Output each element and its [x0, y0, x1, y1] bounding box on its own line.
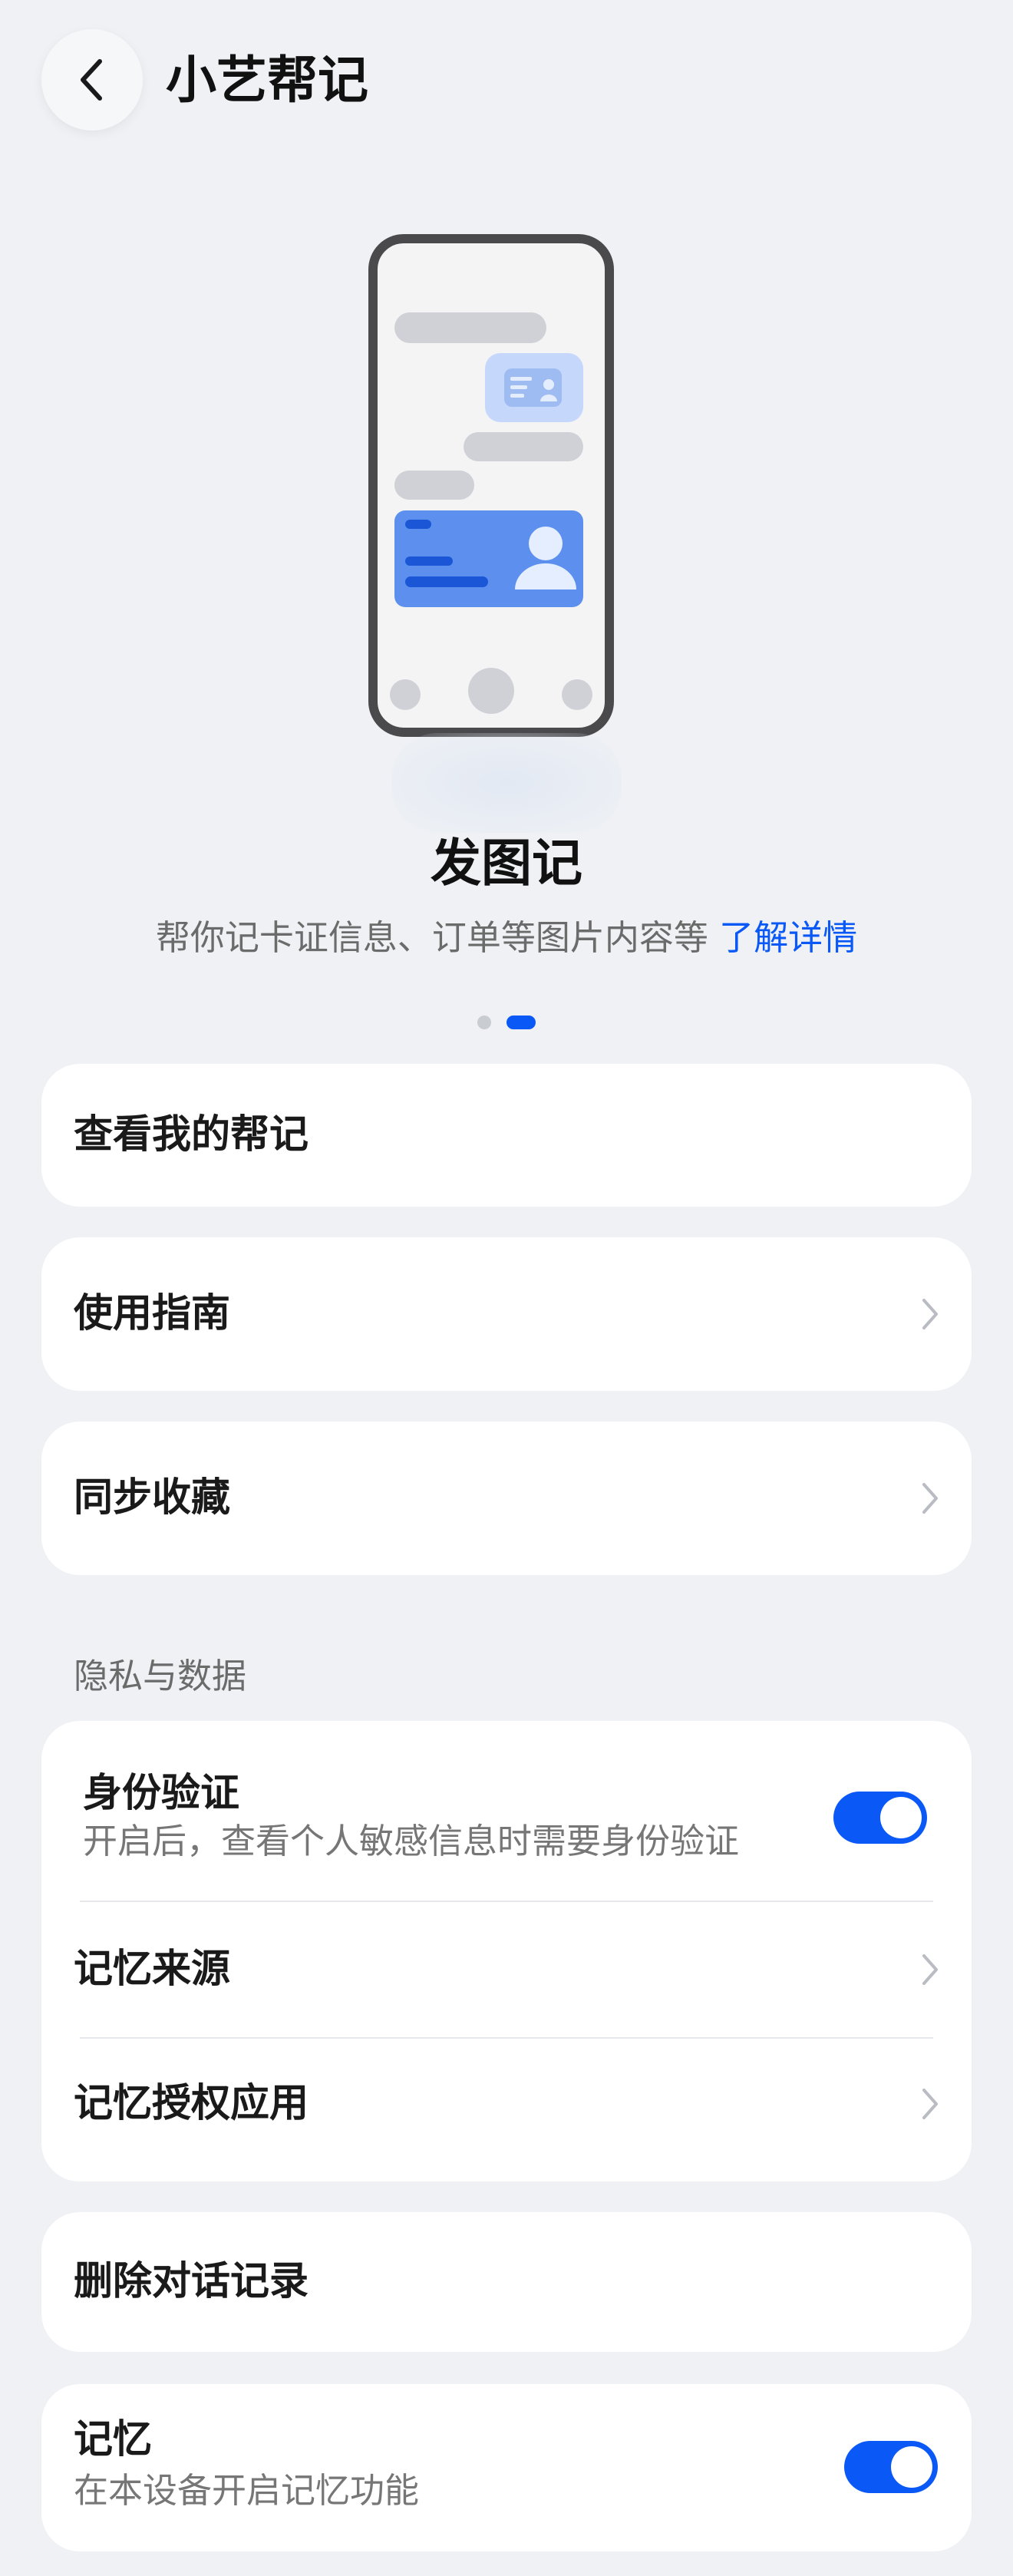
chevron-right-icon	[922, 1483, 938, 1514]
memory-apps-row[interactable]: 记忆授权应用	[41, 2039, 972, 2181]
identity-verification-description: 开启后，查看个人敏感信息时需要身份验证	[83, 1821, 740, 1861]
feature-title: 发图记	[431, 834, 582, 893]
view-notes-card[interactable]: 查看我的帮记	[41, 1064, 972, 1207]
sync-favorites-label: 同步收藏	[74, 1475, 231, 1521]
identity-verification-toggle[interactable]	[833, 1792, 927, 1844]
toggle-knob	[880, 1797, 922, 1838]
memory-card: 记忆 在本设备开启记忆功能	[41, 2384, 972, 2551]
learn-more-link[interactable]: 了解详情	[719, 917, 857, 958]
privacy-card: 身份验证 开启后，查看个人敏感信息时需要身份验证 记忆来源 记忆授权应用	[41, 1721, 972, 2181]
view-notes-label: 查看我的帮记	[74, 1112, 309, 1158]
privacy-section-header: 隐私与数据	[74, 1656, 247, 1696]
identity-verification-row[interactable]: 身份验证 开启后，查看个人敏感信息时需要身份验证	[41, 1721, 972, 1901]
carousel-dot-1[interactable]	[477, 1016, 491, 1029]
delete-history-label: 删除对话记录	[74, 2259, 309, 2304]
memory-apps-label: 记忆授权应用	[74, 2081, 309, 2126]
memory-toggle[interactable]	[844, 2441, 938, 2493]
delete-history-card[interactable]: 删除对话记录	[41, 2212, 972, 2352]
guide-card[interactable]: 使用指南	[41, 1237, 972, 1391]
sync-favorites-card[interactable]: 同步收藏	[41, 1422, 972, 1575]
identity-verification-label: 身份验证	[83, 1771, 240, 1816]
page-title: 小艺帮记	[166, 51, 368, 110]
back-button[interactable]	[41, 29, 143, 130]
memory-label: 记忆	[74, 2417, 153, 2462]
feature-description-text: 帮你记卡证信息、订单等图片内容等	[155, 917, 708, 958]
memory-description: 在本设备开启记忆功能	[74, 2470, 420, 2511]
carousel-indicator[interactable]	[0, 1016, 1013, 1029]
chevron-right-icon	[922, 2089, 938, 2119]
chevron-right-icon	[922, 1299, 938, 1329]
chevron-left-icon	[81, 59, 102, 101]
feature-description: 帮你记卡证信息、订单等图片内容等 了解详情	[0, 913, 1013, 963]
guide-label: 使用指南	[74, 1291, 231, 1336]
chevron-right-icon	[922, 1954, 938, 1985]
toggle-knob	[891, 2446, 932, 2488]
memory-source-label: 记忆来源	[74, 1947, 231, 1992]
illustration-shadow	[391, 733, 622, 833]
phone-illustration	[368, 234, 614, 737]
memory-source-row[interactable]: 记忆来源	[41, 1902, 972, 2037]
carousel-dot-2-active[interactable]	[506, 1016, 536, 1029]
